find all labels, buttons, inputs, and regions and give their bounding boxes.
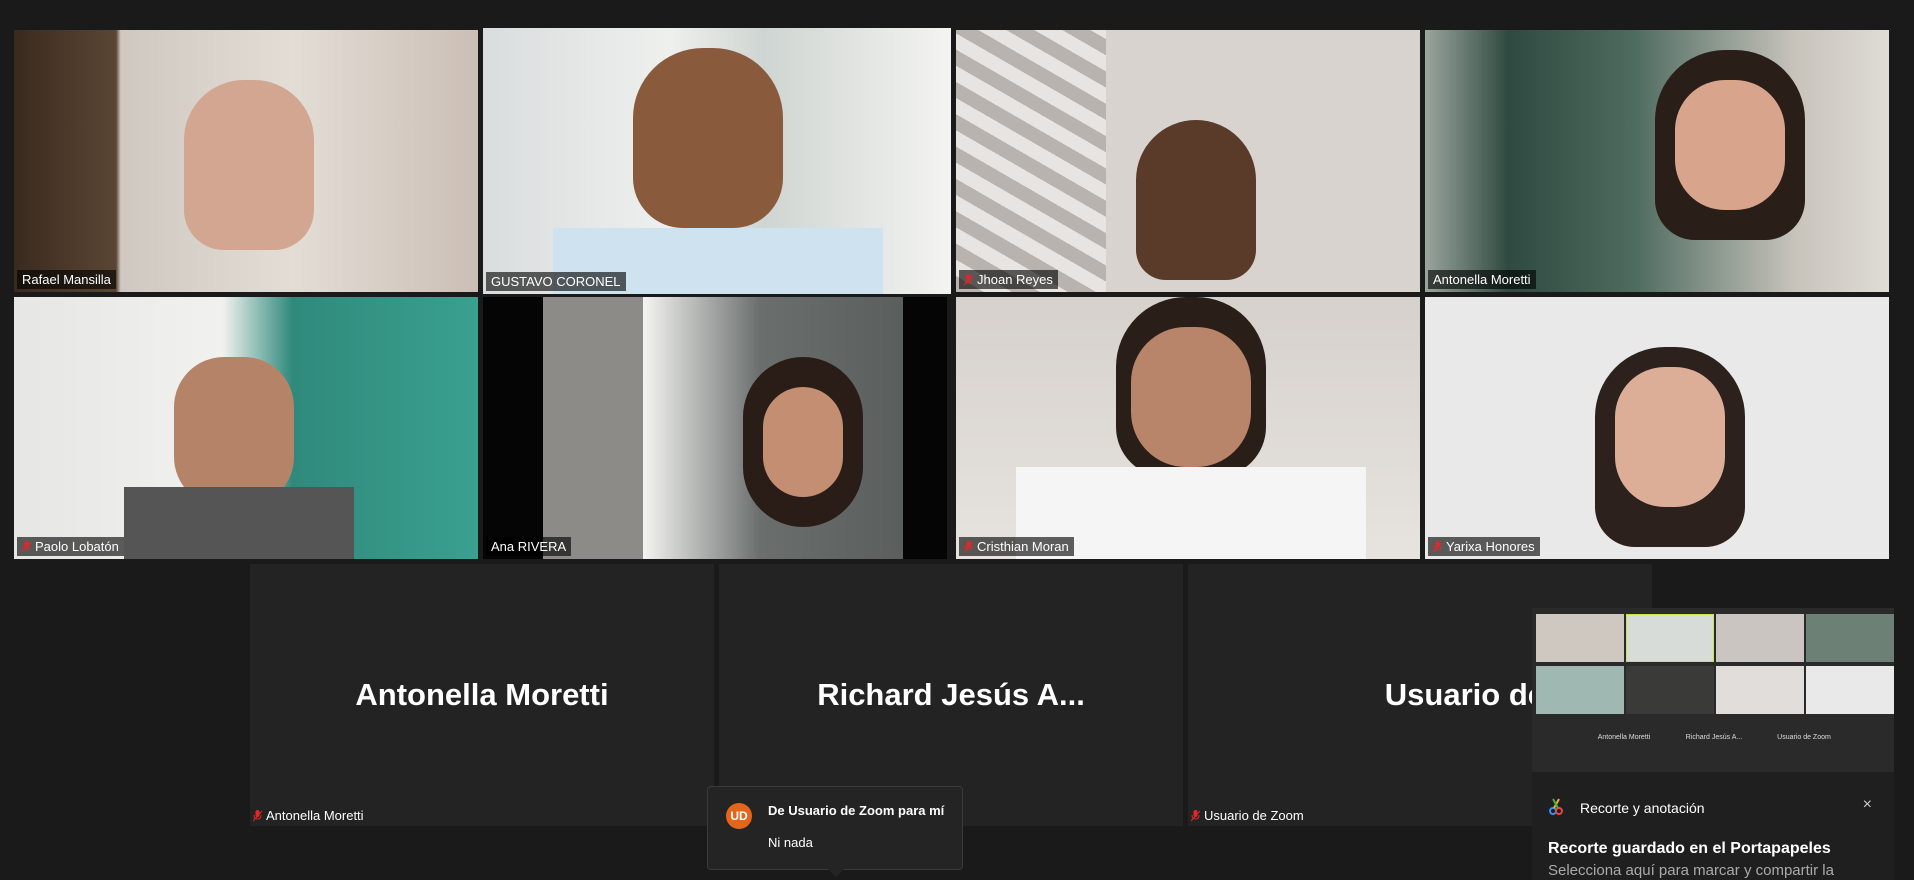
participant-name: Yarixa Honores [1446, 539, 1535, 554]
participant-name: Antonella Moretti [1433, 272, 1531, 287]
chat-sender: De Usuario de Zoom para mí [768, 803, 945, 818]
snip-preview-thumbnail[interactable]: Antonella Moretti Richard Jesús A... Usu… [1532, 608, 1894, 772]
mic-muted-icon [964, 273, 973, 285]
snipping-tool-icon [1549, 798, 1563, 815]
mini-tile [1716, 614, 1804, 662]
video-tile-5[interactable]: Paolo Lobatón [14, 297, 478, 559]
participant-display-name: Antonella Moretti [355, 677, 609, 712]
participant-display-name: Richard Jesús A... [817, 677, 1085, 712]
participant-name-tag: Ana RIVERA [486, 537, 572, 556]
video-tile-4[interactable]: Antonella Moretti [1425, 30, 1889, 292]
participant-name: GUSTAVO CORONEL [491, 274, 621, 289]
video-tile-3[interactable]: Jhoan Reyes [956, 30, 1420, 292]
mini-tile [1626, 666, 1714, 714]
participant-name: Jhoan Reyes [977, 272, 1053, 287]
mini-tile [1806, 614, 1894, 662]
participant-name: Rafael Mansilla [22, 272, 111, 287]
video-tile-2[interactable]: GUSTAVO CORONEL [483, 28, 951, 294]
mic-muted-icon [1433, 540, 1442, 552]
participant-name-tag: Yarixa Honores [1428, 537, 1540, 556]
participant-name: Usuario de Zoom [1204, 808, 1304, 823]
participant-name: Antonella Moretti [266, 808, 364, 823]
chat-notification-popup[interactable]: UD De Usuario de Zoom para mí Ni nada [707, 786, 963, 877]
sender-avatar: UD [726, 803, 752, 829]
chat-message: Ni nada [768, 835, 813, 850]
mini-tile [1536, 666, 1624, 714]
participant-name-tag: Cristhian Moran [959, 537, 1074, 556]
mini-tile [1626, 614, 1714, 662]
mic-muted-icon [253, 809, 262, 821]
participant-name-tag: Rafael Mansilla [17, 270, 116, 289]
toast-app-name: Recorte y anotación [1580, 800, 1705, 816]
mini-tile [1536, 614, 1624, 662]
no-video-tile-1[interactable]: Antonella Moretti Antonella Moretti [250, 564, 714, 826]
mic-muted-icon [1191, 809, 1200, 821]
participant-name-tag: Antonella Moretti [1428, 270, 1536, 289]
video-tile-7[interactable]: Cristhian Moran [956, 297, 1420, 559]
video-tile-8[interactable]: Yarixa Honores [1425, 297, 1889, 559]
mini-tile-name: Antonella Moretti [1597, 734, 1651, 741]
toast-title: Recorte guardado en el Portapapeles [1548, 840, 1831, 857]
mic-muted-icon [22, 540, 31, 552]
participant-name-tag: Usuario de Zoom [1191, 808, 1304, 823]
video-tile-6[interactable]: Ana RIVERA [483, 297, 947, 559]
mini-tile-name: Richard Jesús A... [1685, 734, 1743, 741]
snip-toast-notification[interactable]: Recorte y anotación × Recorte guardado e… [1532, 772, 1894, 880]
popup-tail [828, 869, 844, 877]
participant-name-tag: Antonella Moretti [253, 808, 364, 823]
toast-body: Selecciona aquí para marcar y compartir … [1548, 862, 1834, 879]
mini-tile-name: Usuario de Zoom [1777, 734, 1831, 741]
participant-name: Paolo Lobatón [35, 539, 119, 554]
participant-name: Cristhian Moran [977, 539, 1069, 554]
mini-tile [1806, 666, 1894, 714]
mini-tile [1716, 666, 1804, 714]
participant-name: Ana RIVERA [491, 539, 567, 554]
participant-name-tag: Jhoan Reyes [959, 270, 1058, 289]
participant-name-tag: GUSTAVO CORONEL [486, 272, 626, 291]
close-icon[interactable]: × [1863, 796, 1872, 814]
mic-muted-icon [964, 540, 973, 552]
participant-name-tag: Paolo Lobatón [17, 537, 124, 556]
video-tile-1[interactable]: Rafael Mansilla [14, 30, 478, 292]
